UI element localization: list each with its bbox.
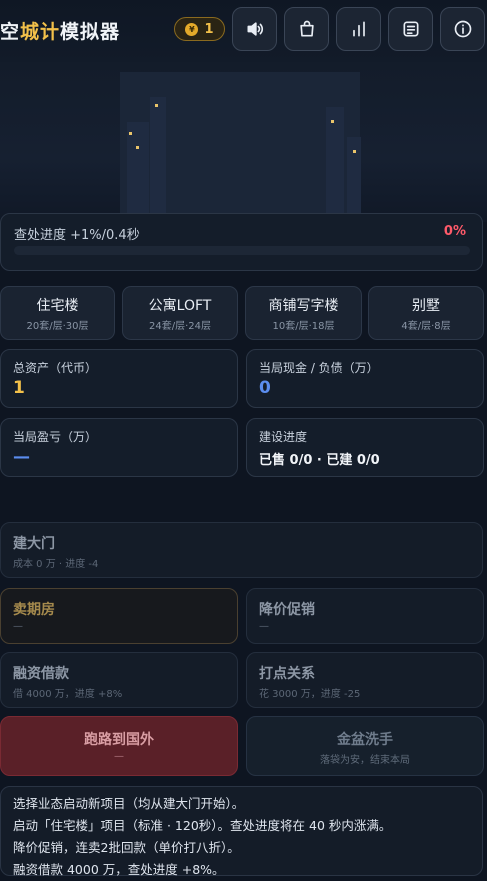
stat-label: 当局盈亏（万） xyxy=(13,430,98,444)
chart-icon xyxy=(352,21,365,37)
type-commercial[interactable]: 商铺写字楼 10套/层·18层 xyxy=(245,286,362,340)
bag-icon xyxy=(299,20,314,37)
stat-value: 1 xyxy=(13,378,25,398)
type-residential[interactable]: 住宅楼 20套/层·30层 xyxy=(0,286,115,340)
build-progress-card: 建设进度 已售 0/0 · 已建 0/0 xyxy=(246,418,484,477)
info-icon xyxy=(454,20,471,38)
top-bar: 空城计模拟器 ¥ 1 xyxy=(0,0,487,62)
action-title: 金盆洗手 xyxy=(337,732,393,748)
stat-value: — xyxy=(13,447,30,467)
log-entry: 降价促销，连卖2批回款（单价打八折）。 xyxy=(13,840,240,855)
stat-value: 已售 0/0 · 已建 0/0 xyxy=(259,453,380,468)
window-light xyxy=(129,132,132,135)
financing-loan-button[interactable]: 融资借款 借 4000 万，进度 +8% xyxy=(0,652,238,708)
event-log: 选择业态启动新项目（均从建大门开始）。 启动「住宅楼」项目（标准 · 120秒）… xyxy=(0,786,483,877)
action-title: 降价促销 xyxy=(259,602,315,618)
app-title: 空城计模拟器 xyxy=(0,21,121,43)
coin-icon: ¥ xyxy=(185,22,199,36)
type-name: 公寓LOFT xyxy=(148,298,212,314)
log-button[interactable] xyxy=(388,7,433,51)
type-spec: 20套/层·30层 xyxy=(26,321,89,332)
type-loft[interactable]: 公寓LOFT 24套/层·24层 xyxy=(122,286,238,340)
progress-track xyxy=(14,246,470,255)
window-light xyxy=(331,120,334,123)
type-name: 别墅 xyxy=(412,298,440,314)
bribe-button[interactable]: 打点关系 花 3000 万，进度 -25 xyxy=(246,652,484,708)
total-assets-card: 总资产（代币） 1 xyxy=(0,349,238,408)
window-light xyxy=(353,150,356,153)
type-spec: 4套/层·8层 xyxy=(401,321,451,332)
action-title: 跑路到国外 xyxy=(84,732,154,748)
action-desc: — xyxy=(13,621,23,632)
token-count: 1 xyxy=(204,21,214,37)
building xyxy=(150,97,166,222)
city-scene xyxy=(0,62,487,222)
cash-debt-card: 当局现金 / 负债（万） 0 xyxy=(246,349,484,408)
type-name: 商铺写字楼 xyxy=(268,298,339,314)
sound-button[interactable] xyxy=(232,7,277,51)
progress-percent: 0% xyxy=(443,224,466,239)
building xyxy=(326,107,344,222)
type-spec: 24套/层·24层 xyxy=(149,321,211,332)
action-title: 卖期房 xyxy=(13,602,55,618)
log-entry: 启动「住宅楼」项目（标准 · 120秒）。查处进度将在 40 秒内涨满。 xyxy=(13,818,392,833)
stat-label: 总资产（代币） xyxy=(13,361,98,375)
action-desc: 落袋为安，结束本局 xyxy=(320,755,410,766)
action-title: 融资借款 xyxy=(13,666,69,682)
log-entry: 融资借款 4000 万，查处进度 +8%。 xyxy=(13,862,225,877)
cash-out-button[interactable]: 金盆洗手 落袋为安，结束本局 xyxy=(246,716,484,776)
presale-button[interactable]: 卖期房 — xyxy=(0,588,238,644)
notes-icon xyxy=(403,21,418,37)
log-entry: 选择业态启动新项目（均从建大门开始）。 xyxy=(13,796,245,811)
stat-value: 0 xyxy=(259,378,271,398)
token-balance-badge: ¥ 1 xyxy=(174,17,225,41)
stat-label: 当局现金 / 负债（万） xyxy=(259,361,379,375)
action-desc: — xyxy=(114,751,124,762)
shop-button[interactable] xyxy=(284,7,329,51)
building xyxy=(127,122,149,222)
action-title: 打点关系 xyxy=(259,666,315,682)
action-desc: 借 4000 万，进度 +8% xyxy=(13,689,123,700)
type-name: 住宅楼 xyxy=(36,298,79,314)
stat-label: 建设进度 xyxy=(259,430,308,444)
profit-loss-card: 当局盈亏（万） — xyxy=(0,418,238,477)
action-desc: 成本 0 万 · 进度 -4 xyxy=(13,559,99,570)
flee-abroad-button[interactable]: 跑路到国外 — xyxy=(0,716,238,776)
progress-label: 查处进度 +1%/0.4秒 xyxy=(14,228,140,243)
window-light xyxy=(136,146,139,149)
sound-icon xyxy=(247,22,263,36)
discount-sale-button[interactable]: 降价促销 — xyxy=(246,588,484,644)
build-gate-button[interactable]: 建大门 成本 0 万 · 进度 -4 xyxy=(0,522,483,578)
info-button[interactable] xyxy=(440,7,485,51)
window-light xyxy=(155,104,158,107)
action-desc: — xyxy=(259,621,269,632)
stats-button[interactable] xyxy=(336,7,381,51)
type-villa[interactable]: 别墅 4套/层·8层 xyxy=(368,286,484,340)
investigation-progress-card: 查处进度 +1%/0.4秒 0% xyxy=(0,213,483,271)
action-title: 建大门 xyxy=(13,536,55,552)
type-spec: 10套/层·18层 xyxy=(272,321,335,332)
action-desc: 花 3000 万，进度 -25 xyxy=(259,689,361,700)
